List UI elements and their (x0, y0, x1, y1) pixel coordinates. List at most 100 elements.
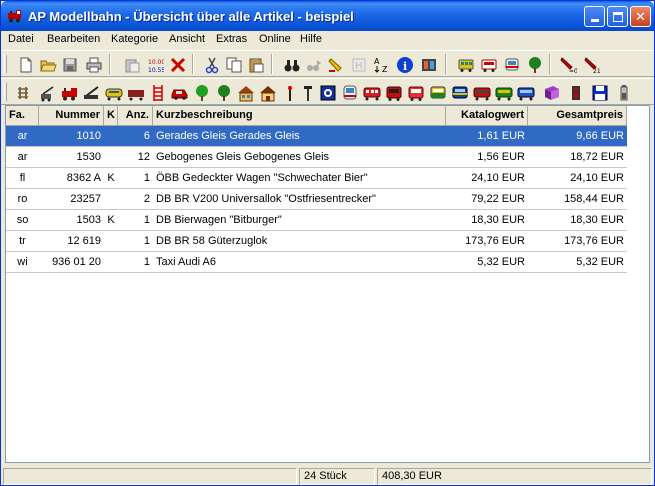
tank-wagon-icon[interactable] (103, 82, 124, 103)
table-row[interactable]: wi 936 01 20 1 Taxi Audi A6 5,32 EUR 5,32 EUR (6, 252, 627, 273)
menu-hilfe[interactable]: Hilfe (300, 33, 322, 45)
ladder-icon[interactable] (147, 82, 168, 103)
main-toolbar: 10.00 10.55 H AZ i =0 21 (1, 50, 654, 77)
cell-nummer: 1503 (76, 214, 101, 226)
new-file-icon[interactable] (15, 54, 36, 75)
title-bar[interactable]: AP Modellbahn - Übersicht über alle Arti… (1, 1, 654, 31)
print-icon[interactable] (83, 54, 104, 75)
tram-red-icon[interactable] (383, 82, 404, 103)
cell-beschreibung: DB Bierwagen "Bitburger" (156, 214, 282, 226)
train-front-icon[interactable] (339, 82, 360, 103)
sort-filter-icon[interactable]: 21 (581, 54, 602, 75)
film-icon[interactable] (418, 54, 439, 75)
cell-beschreibung: ÖBB Gedeckter Wagen "Schwechater Bier" (156, 172, 368, 184)
articles-table[interactable]: Fa. Nummer K Anz. Kurzbeschreibung Katal… (5, 105, 650, 463)
paste-icon[interactable] (121, 54, 142, 75)
passenger-green-icon[interactable] (427, 82, 448, 103)
menu-kategorie[interactable]: Kategorie (111, 33, 158, 45)
hide-icon[interactable]: H (348, 54, 369, 75)
speaker-icon[interactable] (565, 82, 586, 103)
column-header-anz[interactable]: Anz. (118, 106, 153, 126)
toolbar-grip[interactable] (4, 55, 7, 73)
cell-katalogwert: 173,76 EUR (465, 235, 525, 247)
house-icon[interactable] (235, 82, 256, 103)
paste-icon[interactable] (245, 54, 266, 75)
menu-ansicht[interactable]: Ansicht (169, 33, 205, 45)
find-next-icon[interactable] (303, 54, 324, 75)
menu-online[interactable]: Online (259, 33, 291, 45)
tree-icon[interactable] (524, 54, 545, 75)
minimize-button[interactable] (584, 6, 605, 27)
passenger-blue-icon[interactable] (515, 82, 536, 103)
tram-icon[interactable] (455, 54, 476, 75)
cell-nummer: 12 619 (67, 235, 101, 247)
info-icon[interactable]: i (394, 54, 415, 75)
house-icon[interactable] (257, 82, 278, 103)
svg-text:A: A (374, 57, 380, 66)
freight-wagon-icon[interactable] (125, 82, 146, 103)
disk-icon[interactable] (589, 82, 610, 103)
cell-k (104, 147, 118, 167)
tree-icon[interactable] (191, 82, 212, 103)
column-header-k[interactable]: K (104, 106, 118, 126)
cell-nummer: 936 01 20 (52, 256, 101, 268)
railcar-icon[interactable] (493, 82, 514, 103)
passenger-blue-icon[interactable] (449, 82, 470, 103)
control-panel-icon[interactable] (317, 82, 338, 103)
tree-icon[interactable] (213, 82, 234, 103)
cell-k (104, 126, 118, 146)
track-icon[interactable] (15, 82, 36, 103)
column-header-gesamtpreis[interactable]: Gesamtpreis (528, 106, 627, 126)
cell-anz: 1 (143, 172, 150, 184)
railcar-icon[interactable] (471, 82, 492, 103)
bus-icon[interactable] (478, 54, 499, 75)
table-row[interactable]: ar 1530 12 Gebogenes Gleis Gebogenes Gleis 1… (6, 147, 627, 168)
toolbar-grip[interactable] (4, 83, 7, 101)
cell-gesamtpreis: 9,66 EUR (576, 130, 624, 142)
table-row[interactable]: so 1503 K 1 DB Bierwagen "Bitburger" 18,30 EU… (6, 210, 627, 231)
book-icon[interactable] (541, 82, 562, 103)
copy-icon[interactable] (223, 54, 244, 75)
table-row[interactable]: fl 8362 A K 1 ÖBB Gedeckter Wagen "Schwechat… (6, 168, 627, 189)
cell-fa: wi (17, 256, 28, 268)
menu-bearbeiten[interactable]: Bearbeiten (47, 33, 100, 45)
maximize-button[interactable] (607, 6, 628, 27)
cell-nummer: 8362 A (66, 172, 101, 184)
menu-datei[interactable]: Datei (8, 33, 34, 45)
lamp-icon[interactable] (297, 82, 318, 103)
toolbar-separator (271, 54, 273, 74)
cell-beschreibung: Gerades Gleis Gerades Gleis (156, 130, 300, 142)
open-folder-icon[interactable] (37, 54, 58, 75)
passenger-red-icon[interactable] (405, 82, 426, 103)
train-front-icon[interactable] (501, 54, 522, 75)
cell-anz: 1 (143, 256, 150, 268)
cell-katalogwert: 79,22 EUR (471, 193, 525, 205)
cell-nummer: 1530 (76, 151, 101, 163)
sort-az-icon[interactable]: AZ (371, 54, 392, 75)
crane-wagon-icon[interactable] (81, 82, 102, 103)
delete-icon[interactable] (167, 54, 188, 75)
table-row[interactable]: ar 1010 6 Gerades Gleis Gerades Gleis 1,61 E… (6, 126, 627, 147)
close-button[interactable]: ✕ (630, 6, 651, 27)
locomotive-red-icon[interactable] (59, 82, 80, 103)
column-header-fa[interactable]: Fa. (6, 106, 39, 126)
battery-icon[interactable] (613, 82, 634, 103)
menu-extras[interactable]: Extras (216, 33, 247, 45)
save-icon[interactable] (59, 54, 80, 75)
table-row[interactable]: tr 12 619 1 DB BR 58 Güterzuglok 173,76 EUR 1… (6, 231, 627, 252)
crane-icon[interactable] (37, 82, 58, 103)
status-count: 24 Stück (299, 468, 375, 485)
car-icon[interactable] (169, 82, 190, 103)
cell-fa: fl (19, 172, 26, 184)
column-header-nummer[interactable]: Nummer (39, 106, 104, 126)
cut-icon[interactable] (201, 54, 222, 75)
passenger-wagon-icon[interactable] (361, 82, 382, 103)
cell-fa: ro (17, 193, 28, 205)
highlight-icon[interactable] (325, 54, 346, 75)
reset-filter-icon[interactable]: =0 (557, 54, 578, 75)
binoculars-icon[interactable] (281, 54, 302, 75)
column-header-kurzbeschreibung[interactable]: Kurzbeschreibung (153, 106, 446, 126)
numbering-icon[interactable]: 10.00 10.55 (144, 54, 165, 75)
table-row[interactable]: ro 23257 2 DB BR V200 Universallok "Ostfrie… (6, 189, 627, 210)
column-header-katalogwert[interactable]: Katalogwert (446, 106, 528, 126)
